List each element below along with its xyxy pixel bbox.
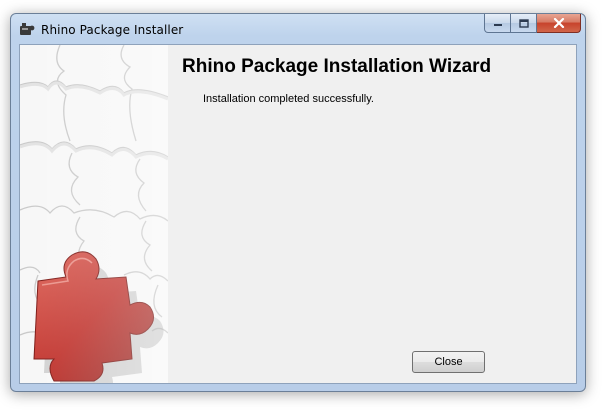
wizard-heading: Rhino Package Installation Wizard — [182, 56, 492, 77]
wizard-content: Rhino Package Installation Wizard Instal… — [168, 45, 576, 383]
side-image — [20, 45, 168, 383]
installer-window: Rhino Package Installer Rhino Package In… — [10, 13, 586, 392]
maximize-icon — [518, 18, 529, 28]
app-icon[interactable] — [19, 22, 35, 36]
close-button[interactable]: Close — [412, 351, 485, 373]
minimize-button[interactable] — [484, 14, 511, 33]
status-message: Installation completed successfully. — [203, 93, 374, 105]
title-bar[interactable]: Rhino Package Installer — [11, 14, 585, 44]
window-title: Rhino Package Installer — [41, 23, 184, 37]
wizard-client-area: Rhino Package Installation Wizard Instal… — [19, 44, 577, 384]
puzzle-pieces-image — [20, 45, 168, 383]
caption-buttons — [484, 14, 581, 34]
minimize-icon — [493, 24, 502, 26]
window-close-button[interactable] — [537, 14, 581, 33]
maximize-button[interactable] — [511, 14, 537, 33]
close-icon — [553, 18, 564, 28]
